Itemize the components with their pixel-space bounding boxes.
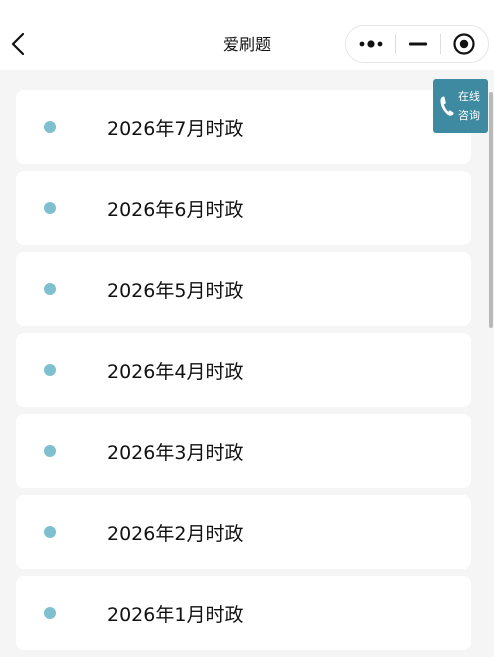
consult-label-line1: 在线 [458,90,480,103]
bullet-dot-icon [44,526,56,538]
list-item-label: 2026年7月时政 [107,118,244,140]
consult-label-line2: 咨询 [458,109,480,122]
list-item[interactable]: 2026年6月时政 [16,171,471,245]
list-item[interactable]: 2026年5月时政 [16,252,471,326]
bullet-dot-icon [44,364,56,376]
list-item[interactable]: 2026年1月时政 [16,576,471,650]
navigation-bar: 爱刷题 [0,0,494,70]
more-button[interactable] [346,26,395,62]
list-item-label: 2026年6月时政 [107,199,244,221]
phone-icon [436,95,458,117]
list-item-label: 2026年5月时政 [107,280,244,302]
minimize-icon [408,42,427,46]
scrollbar[interactable] [489,92,493,328]
bullet-dot-icon [44,445,56,457]
bullet-dot-icon [44,607,56,619]
list-item-label: 2026年2月时政 [107,523,244,545]
bullet-dot-icon [44,121,56,133]
list-item[interactable]: 2026年3月时政 [16,414,471,488]
close-button[interactable] [441,26,488,62]
bullet-dot-icon [44,202,56,214]
mini-program-capsule [345,25,489,63]
list-item-label: 2026年4月时政 [107,361,244,383]
consult-label: 在线 咨询 [458,87,486,125]
minimize-button[interactable] [396,26,439,62]
list-item[interactable]: 2026年4月时政 [16,333,471,407]
list-item[interactable]: 2026年7月时政 [16,90,471,164]
news-list: 2026年7月时政 2026年6月时政 2026年5月时政 2026年4月时政 2026… [16,90,471,657]
list-item[interactable]: 2026年2月时政 [16,495,471,569]
target-circle-icon [453,33,475,55]
online-consult-button[interactable]: 在线 咨询 [433,79,488,133]
list-item-label: 2026年3月时政 [107,442,244,464]
more-dots-icon [359,40,383,48]
list-item-label: 2026年1月时政 [107,604,244,626]
bullet-dot-icon [44,283,56,295]
